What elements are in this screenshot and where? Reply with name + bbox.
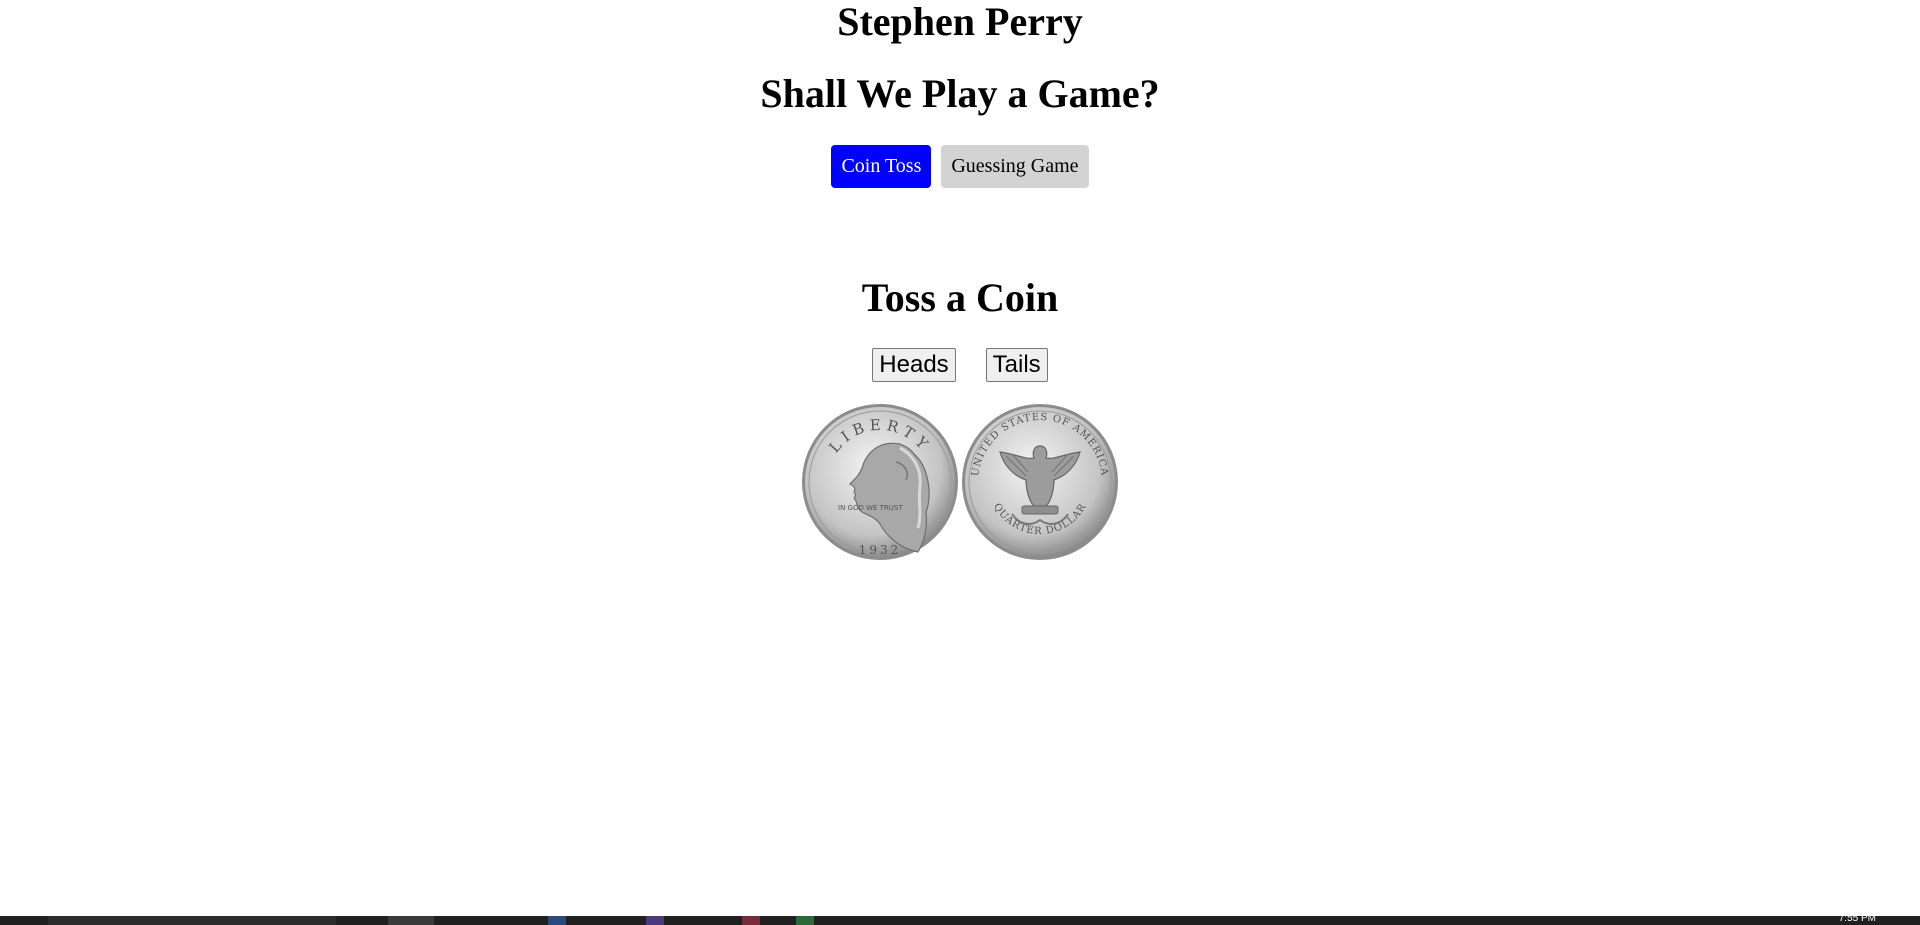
taskbar: 7:55 PM xyxy=(0,913,1920,925)
page-title: Shall We Play a Game? xyxy=(760,71,1160,116)
page: Stephen Perry Shall We Play a Game? Coin… xyxy=(0,0,1920,925)
coin-toss-heading: Toss a Coin xyxy=(861,275,1059,320)
coin-choice-buttons: Heads Tails xyxy=(0,348,1920,382)
coin-motto: IN GOD WE TRUST xyxy=(838,504,903,512)
author-title: Stephen Perry xyxy=(837,0,1083,44)
heads-button[interactable]: Heads xyxy=(872,348,956,382)
taskbar-app-active[interactable] xyxy=(388,916,434,925)
taskbar-app-icon[interactable] xyxy=(742,916,760,925)
taskbar-app-icon[interactable] xyxy=(548,916,566,925)
taskbar-app-icon[interactable] xyxy=(796,916,814,925)
tab-guessing-game[interactable]: Guessing Game xyxy=(941,145,1089,188)
tails-button[interactable]: Tails xyxy=(985,348,1048,382)
coin-year: 1932 xyxy=(859,543,902,557)
taskbar-search[interactable] xyxy=(48,916,336,925)
quarter-heads-icon: LIBERTY IN GOD WE TRUST 1932 xyxy=(802,404,958,560)
tab-coin-toss[interactable]: Coin Toss xyxy=(831,145,932,188)
coin-images: LIBERTY IN GOD WE TRUST 1932 UNITED STAT… xyxy=(800,402,1120,562)
quarter-tails-icon: UNITED STATES OF AMERICA QUARTER DOLLAR xyxy=(962,404,1118,560)
taskbar-clock[interactable]: 7:55 PM xyxy=(1839,913,1876,924)
game-tabs: Coin Toss Guessing Game xyxy=(0,145,1920,188)
taskbar-app-icon[interactable] xyxy=(646,916,664,925)
